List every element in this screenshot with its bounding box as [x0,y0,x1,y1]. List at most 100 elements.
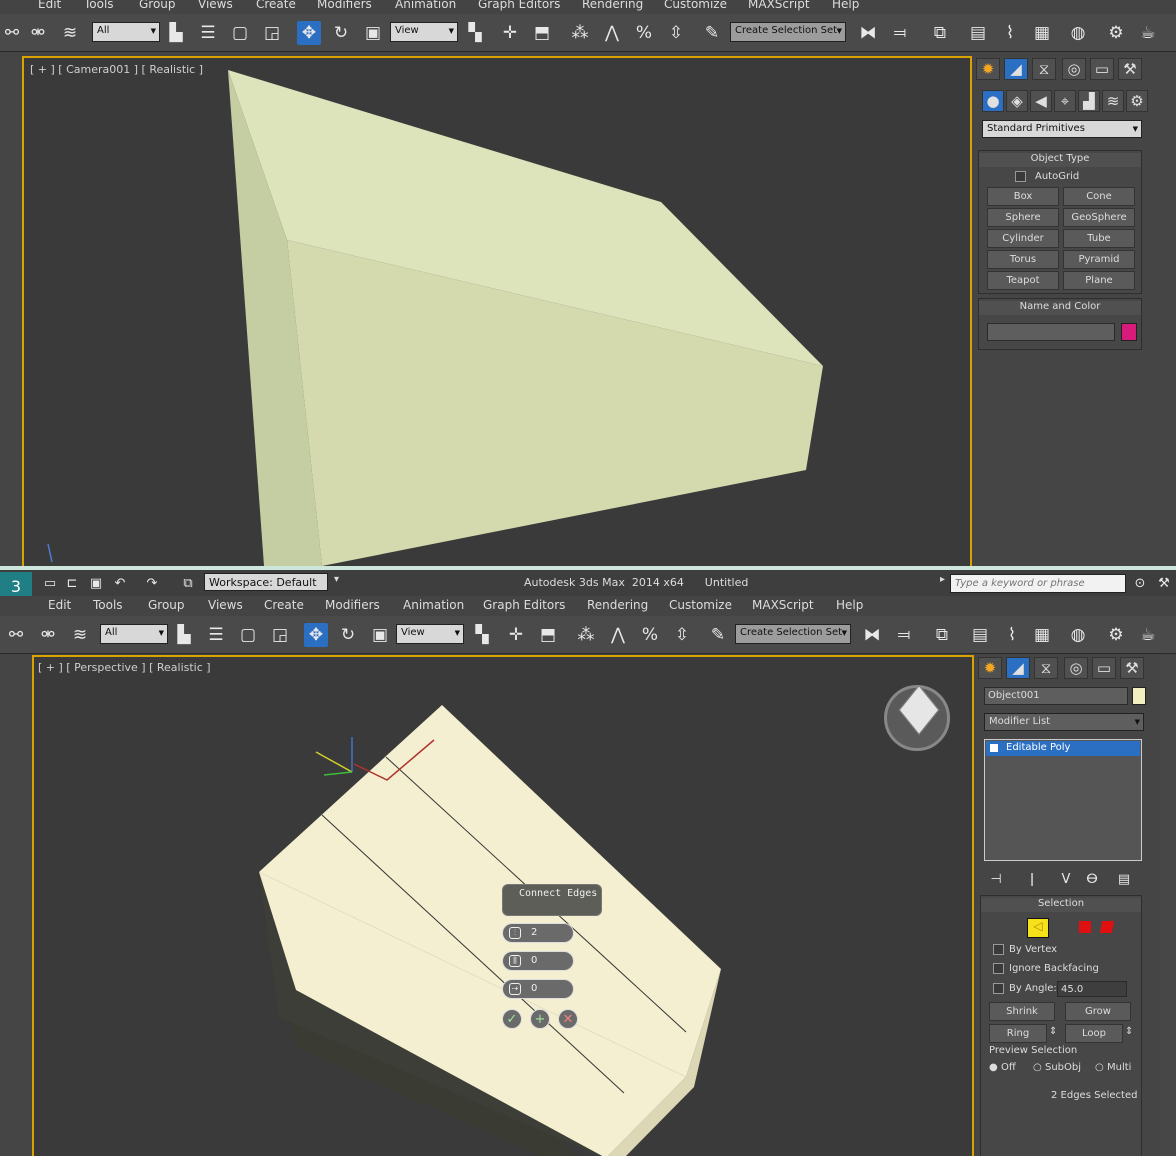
search-input[interactable] [950,574,1126,593]
slide-spinner[interactable]: ⇢ 0 [502,979,574,999]
select-scale-icon[interactable]: ▣ [361,21,385,45]
select-by-name-icon[interactable]: ☰ [204,623,228,647]
plane-button[interactable]: Plane [1063,271,1135,290]
rect-selection-icon[interactable]: ▢ [236,623,260,647]
selection-filter-dropdown[interactable]: All [100,624,168,644]
slide-value[interactable]: 0 [531,983,537,994]
new-file-icon[interactable]: ▭ [38,571,62,595]
keyboard-shortcut-icon[interactable]: ⬒ [530,21,554,45]
object-color-swatch[interactable] [1121,323,1137,341]
menu-create[interactable]: Create [264,598,304,612]
rect-selection-icon[interactable]: ▢ [228,21,252,45]
helpers-icon[interactable]: ▟ [1078,90,1100,112]
menu-rendering[interactable]: Rendering [587,598,648,612]
preview-subobj-radio[interactable]: ○ [1033,1062,1042,1073]
edit-named-selection-icon[interactable]: ✎ [700,21,724,45]
preview-off-radio[interactable]: ● [989,1062,998,1073]
pin-stack-icon[interactable]: ⊣ [984,867,1008,891]
hierarchy-tab-icon[interactable]: ⧖ [1032,58,1056,80]
link-icon[interactable]: ⚯ [0,21,24,45]
menu-animation[interactable]: Animation [395,0,456,11]
by-angle-input[interactable]: 45.0 [1057,981,1127,997]
link-icon[interactable]: ⚯ [4,623,28,647]
perspective-viewport[interactable]: [ + ] [ Perspective ] [ Realistic ] Conn… [32,655,974,1156]
menu-views[interactable]: Views [208,598,243,612]
object-color-swatch[interactable] [1132,687,1146,705]
utilities-tab-icon[interactable]: ⚒ [1118,58,1142,80]
reference-coordinate-dropdown[interactable]: View [390,22,458,42]
open-file-icon[interactable]: ⊏ [60,571,84,595]
pinch-spinner[interactable]: ⫼ 0 [502,951,574,971]
menu-group[interactable]: Group [139,0,176,11]
angle-snap-icon[interactable]: ⋀ [606,623,630,647]
cone-button[interactable]: Cone [1063,187,1135,206]
apply-plus-icon[interactable]: + [530,1009,550,1029]
select-move-icon[interactable]: ✥ [304,623,328,647]
selection-title[interactable]: Selection [981,898,1141,912]
window-crossing-icon[interactable]: ◲ [268,623,292,647]
grow-button[interactable]: Grow [1065,1002,1131,1021]
element-mode-icon[interactable] [1099,921,1115,933]
hierarchy-tab-icon[interactable]: ⧖ [1034,657,1058,679]
named-selection-dropdown[interactable]: Create Selection Set [735,624,851,644]
select-object-icon[interactable]: ▙ [172,623,196,647]
align-icon[interactable]: ⫤ [888,21,912,45]
menu-views[interactable]: Views [198,0,233,11]
object-name-field[interactable]: Object001 [984,687,1128,705]
menu-edit[interactable]: Edit [48,598,71,612]
geosphere-button[interactable]: GeoSphere [1063,208,1135,227]
menu-create[interactable]: Create [256,0,296,11]
select-by-name-icon[interactable]: ☰ [196,21,220,45]
pinch-value[interactable]: 0 [531,955,537,966]
edit-named-selection-icon[interactable]: ✎ [706,623,730,647]
category-dropdown[interactable]: Standard Primitives [982,120,1142,138]
undo-icon[interactable]: ↶ [108,571,132,595]
render-frame-icon[interactable]: ☕ [1136,21,1160,45]
menu-help[interactable]: Help [836,598,863,612]
percent-snap-icon[interactable]: % [632,21,656,45]
loop-spinner-icon[interactable]: ⇕ [1125,1026,1133,1037]
preview-multi-radio[interactable]: ○ [1095,1062,1104,1073]
modify-tab-icon[interactable]: ◢ [1006,657,1030,679]
bind-space-warp-icon[interactable]: ≋ [58,21,82,45]
shrink-button[interactable]: Shrink [989,1002,1055,1021]
select-rotate-icon[interactable]: ↻ [336,623,360,647]
layer-manager-icon[interactable]: ⧉ [928,21,952,45]
camera-viewport[interactable]: [ + ] [ Camera001 ] [ Realistic ] [22,56,972,566]
box-button[interactable]: Box [987,187,1059,206]
tools-wrench-icon[interactable]: ⚒ [1152,571,1176,595]
show-end-result-icon[interactable]: ǀ [1020,867,1044,891]
ring-button[interactable]: Ring [989,1024,1047,1043]
viewcube-icon[interactable] [884,684,950,751]
name-and-color-title[interactable]: Name and Color [979,301,1141,315]
menu-tools[interactable]: Tools [84,0,114,11]
menu-maxscript[interactable]: MAXScript [748,0,810,11]
spinner-snap-icon[interactable]: ⇳ [664,21,688,45]
menu-modifiers[interactable]: Modifiers [325,598,380,612]
box-object[interactable] [24,58,970,566]
autogrid-checkbox[interactable] [1015,171,1026,182]
sun-icon[interactable]: ✹ [976,58,1000,80]
menu-edit[interactable]: Edit [38,0,61,11]
menu-modifiers[interactable]: Modifiers [317,0,372,11]
pivot-center-icon[interactable]: ▚ [470,623,494,647]
menu-graph-editors[interactable]: Graph Editors [483,598,565,612]
select-manipulate-icon[interactable]: ✛ [504,623,528,647]
menu-customize[interactable]: Customize [664,0,727,11]
segments-value[interactable]: 2 [531,927,537,938]
menu-help[interactable]: Help [832,0,859,11]
render-frame-icon[interactable]: ☕ [1136,623,1160,647]
curve-editor-icon[interactable]: ⌇ [998,21,1022,45]
snaps-toggle-icon[interactable]: ⁂ [574,623,598,647]
ok-check-icon[interactable]: ✓ [502,1009,522,1029]
unlink-icon[interactable]: ⚮ [26,21,50,45]
object-type-title[interactable]: Object Type [979,153,1141,167]
render-setup-icon[interactable]: ⚙ [1104,623,1128,647]
unlink-icon[interactable]: ⚮ [36,623,60,647]
modifier-stack-item[interactable]: Editable Poly [986,741,1140,756]
sphere-button[interactable]: Sphere [987,208,1059,227]
stack-expand-icon[interactable] [990,744,998,752]
torus-button[interactable]: Torus [987,250,1059,269]
render-setup-icon[interactable]: ⚙ [1104,21,1128,45]
select-move-icon[interactable]: ✥ [297,21,321,45]
